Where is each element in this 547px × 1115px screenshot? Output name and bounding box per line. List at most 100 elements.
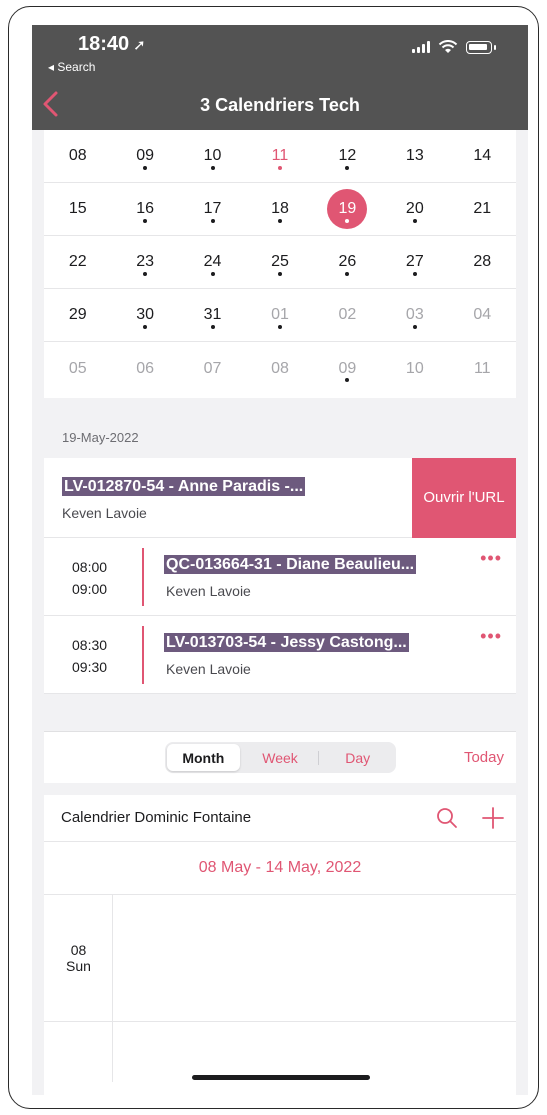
week-view-card: Calendrier Dominic Fontaine 08 May - 14 … bbox=[44, 795, 516, 1095]
event-indicator-dot bbox=[277, 325, 282, 329]
calendar-day[interactable]: 18 bbox=[246, 183, 313, 235]
calendar-day[interactable]: 31 bbox=[179, 289, 246, 341]
day-column bbox=[44, 1022, 113, 1082]
event-row[interactable]: 08:30 09:30 LV-013703-54 - Jessy Castong… bbox=[44, 616, 516, 694]
day-number: 11 bbox=[473, 359, 491, 377]
event-color-bar bbox=[142, 548, 144, 606]
calendar-day[interactable]: 12 bbox=[314, 130, 381, 182]
calendar-day[interactable]: 20 bbox=[381, 183, 448, 235]
day-number: 21 bbox=[473, 200, 492, 217]
calendar-day[interactable]: 25 bbox=[246, 236, 313, 288]
more-options-icon[interactable]: ••• bbox=[480, 548, 502, 569]
event-indicator-dot bbox=[277, 219, 282, 223]
event-title-text: LV-013703-54 - Jessy Castong... bbox=[164, 633, 409, 652]
calendar-day[interactable]: 02 bbox=[314, 289, 381, 341]
add-icon[interactable] bbox=[482, 807, 504, 829]
day-number: 08 bbox=[271, 359, 289, 377]
selected-date-label: 19-May-2022 bbox=[62, 430, 139, 445]
open-url-button[interactable]: Ouvrir l'URL bbox=[412, 458, 516, 538]
today-button[interactable]: Today bbox=[464, 749, 504, 766]
calendar-day[interactable]: 14 bbox=[449, 130, 516, 182]
calendar-day[interactable]: 16 bbox=[111, 183, 178, 235]
event-person: Keven Lavoie bbox=[166, 661, 251, 677]
day-number: 15 bbox=[68, 200, 87, 217]
event-row-swiped[interactable]: LV-012870-54 - Anne Paradis -... Keven L… bbox=[44, 458, 516, 538]
segment-divider bbox=[318, 750, 320, 765]
calendar-day[interactable]: 07 bbox=[179, 342, 246, 395]
day-name: Sun bbox=[66, 958, 91, 974]
signal-icon bbox=[412, 41, 430, 53]
calendar-day[interactable]: 08 bbox=[246, 342, 313, 395]
event-times: 08:30 09:30 bbox=[72, 634, 107, 678]
day-number: 24 bbox=[203, 253, 222, 270]
calendar-day[interactable]: 01 bbox=[246, 289, 313, 341]
calendar-day[interactable]: 21 bbox=[449, 183, 516, 235]
event-indicator-dot bbox=[345, 378, 350, 382]
calendar-day[interactable]: 11 bbox=[246, 130, 313, 182]
day-number: 08 bbox=[70, 942, 87, 958]
calendar-day[interactable]: 11 bbox=[449, 342, 516, 395]
event-indicator-dot bbox=[277, 272, 282, 276]
calendar-day[interactable]: 08 bbox=[44, 130, 111, 182]
page-title: 3 Calendriers Tech bbox=[200, 95, 360, 115]
event-row[interactable]: 08:00 09:00 QC-013664-31 - Diane Beaulie… bbox=[44, 538, 516, 616]
more-options-icon[interactable]: ••• bbox=[480, 626, 502, 647]
view-switch-bar: Month Week Day Today bbox=[44, 731, 516, 783]
wifi-icon bbox=[438, 40, 458, 53]
event-person: Keven Lavoie bbox=[62, 505, 147, 521]
app-screen: 18:40 ➚ ◂ Search 3 Calendriers Tech 08 09 1… bbox=[32, 25, 528, 1095]
back-to-search-link[interactable]: ◂ Search bbox=[48, 60, 95, 74]
calendar-week-row: 15 16 17 18 19 20 21 bbox=[44, 183, 516, 236]
event-title-text: LV-012870-54 - Anne Paradis -... bbox=[62, 477, 306, 496]
event-title: QC-013664-31 - Diane Beaulieu... bbox=[164, 555, 417, 574]
week-day-row[interactable]: 08 Sun bbox=[44, 895, 516, 1022]
calendar-day[interactable]: 04 bbox=[449, 289, 516, 341]
day-number: 10 bbox=[405, 359, 424, 377]
calendar-day[interactable]: 03 bbox=[381, 289, 448, 341]
event-start: 08:00 bbox=[72, 559, 108, 575]
day-column: 08 Sun bbox=[44, 895, 113, 1021]
event-indicator-dot bbox=[345, 166, 350, 170]
calendar-day[interactable]: 10 bbox=[381, 342, 448, 395]
calendar-day[interactable]: 15 bbox=[44, 183, 111, 235]
event-title: LV-013703-54 - Jessy Castong... bbox=[164, 633, 409, 652]
calendar-name: Calendrier Dominic Fontaine bbox=[61, 809, 252, 826]
home-indicator[interactable] bbox=[192, 1075, 370, 1080]
calendar-day[interactable]: 23 bbox=[111, 236, 178, 288]
calendar-day[interactable]: 26 bbox=[314, 236, 381, 288]
event-start: 08:30 bbox=[72, 637, 108, 653]
battery-icon bbox=[466, 40, 492, 54]
calendar-day[interactable]: 27 bbox=[381, 236, 448, 288]
calendar-day[interactable]: 06 bbox=[111, 342, 178, 395]
calendar-day[interactable]: 10 bbox=[179, 130, 246, 182]
week-day-row[interactable] bbox=[44, 1022, 516, 1082]
calendar-day-selected[interactable]: 19 bbox=[314, 183, 381, 235]
calendar-day[interactable]: 05 bbox=[44, 342, 111, 395]
calendar-day[interactable]: 28 bbox=[449, 236, 516, 288]
day-number: 02 bbox=[338, 306, 357, 323]
day-number: 25 bbox=[271, 253, 289, 270]
day-number: 04 bbox=[473, 306, 492, 323]
calendar-day[interactable]: 24 bbox=[179, 236, 246, 288]
event-list: LV-012870-54 - Anne Paradis -... Keven L… bbox=[44, 458, 516, 694]
calendar-day[interactable]: 09 bbox=[111, 130, 178, 182]
segment-day[interactable]: Day bbox=[321, 744, 394, 771]
day-number: 13 bbox=[405, 147, 424, 164]
segment-month[interactable]: Month bbox=[167, 744, 240, 771]
calendar-day[interactable]: 22 bbox=[44, 236, 111, 288]
search-icon[interactable] bbox=[436, 807, 458, 829]
event-title: LV-012870-54 - Anne Paradis -... bbox=[62, 477, 306, 496]
day-number: 28 bbox=[473, 253, 492, 270]
calendar-day[interactable]: 29 bbox=[44, 289, 111, 341]
day-number: 07 bbox=[203, 359, 222, 377]
segment-week[interactable]: Week bbox=[244, 744, 317, 771]
day-number: 09 bbox=[338, 359, 357, 377]
calendar-day[interactable]: 17 bbox=[179, 183, 246, 235]
event-indicator-dot bbox=[210, 166, 215, 170]
calendar-day[interactable]: 30 bbox=[111, 289, 178, 341]
calendar-day[interactable]: 13 bbox=[381, 130, 448, 182]
day-number: 03 bbox=[405, 306, 424, 323]
calendar-day[interactable]: 09 bbox=[314, 342, 381, 395]
calendar-week-row: 08 09 10 11 12 13 14 bbox=[44, 130, 516, 183]
day-number: 19 bbox=[338, 200, 357, 217]
